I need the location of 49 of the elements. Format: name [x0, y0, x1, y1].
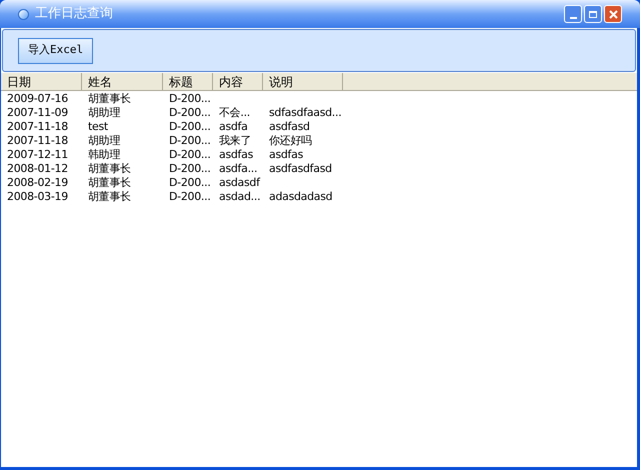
table-cell: 2007-12-11: [7, 148, 68, 161]
table-cell: asdasdf: [219, 176, 260, 189]
table-cell: 韩助理: [88, 148, 120, 161]
table-cell: D-200...: [169, 134, 211, 147]
table-cell: 胡董事长: [88, 190, 131, 203]
table-cell: 2008-03-19: [7, 190, 68, 203]
window-title: 工作日志查询: [35, 5, 114, 24]
window-icon: [18, 8, 29, 20]
table-cell: 胡董事长: [88, 162, 131, 175]
column-header[interactable]: 说明: [263, 73, 343, 90]
table-cell: 胡助理: [88, 134, 120, 147]
table-cell: 胡助理: [88, 106, 120, 119]
table-cell: 你还好吗: [269, 134, 312, 147]
minimize-button[interactable]: [564, 5, 582, 23]
table-cell: 2007-11-09: [7, 106, 68, 119]
maximize-button[interactable]: [584, 5, 602, 23]
column-header[interactable]: 内容: [213, 73, 263, 90]
column-header[interactable]: 日期: [1, 73, 82, 90]
import-excel-button[interactable]: 导入Excel: [18, 38, 94, 64]
table-cell: 2009-07-16: [7, 92, 68, 105]
close-icon: [608, 10, 618, 18]
column-header[interactable]: 姓名: [82, 73, 163, 90]
table-cell: D-200...: [169, 148, 211, 161]
table-cell: asdad...: [219, 190, 260, 203]
table-cell: asdfasdfasd: [269, 162, 332, 175]
table-cell: 2007-11-18: [7, 134, 68, 147]
table-cell: adasdadasd: [269, 190, 332, 203]
table-cell: 2007-11-18: [7, 120, 68, 133]
table-cell: asdfasd: [269, 120, 310, 133]
table-cell: D-200...: [169, 120, 211, 133]
table-cell: D-200...: [169, 162, 211, 175]
table-cell: asdfa: [219, 120, 248, 133]
table-cell: sdfasdfaasd...: [269, 106, 342, 119]
table-cell: 胡董事长: [88, 92, 131, 105]
table-cell: 2008-01-12: [7, 162, 68, 175]
table-cell: asdfa...: [219, 162, 258, 175]
table-cell: 我来了: [219, 134, 252, 147]
table-cell: test: [88, 120, 108, 133]
table-cell: 不会...: [219, 106, 250, 119]
table-cell: asdfas: [219, 148, 253, 161]
close-button[interactable]: [604, 5, 622, 23]
table-cell: asdfas: [269, 148, 303, 161]
table-cell: D-200...: [169, 92, 211, 105]
table-cell: D-200...: [169, 106, 211, 119]
table-cell: 2008-02-19: [7, 176, 68, 189]
column-header[interactable]: 标题: [163, 73, 213, 90]
table-cell: D-200...: [169, 190, 211, 203]
table-cell: D-200...: [169, 176, 211, 189]
table-cell: 胡董事长: [88, 176, 131, 189]
